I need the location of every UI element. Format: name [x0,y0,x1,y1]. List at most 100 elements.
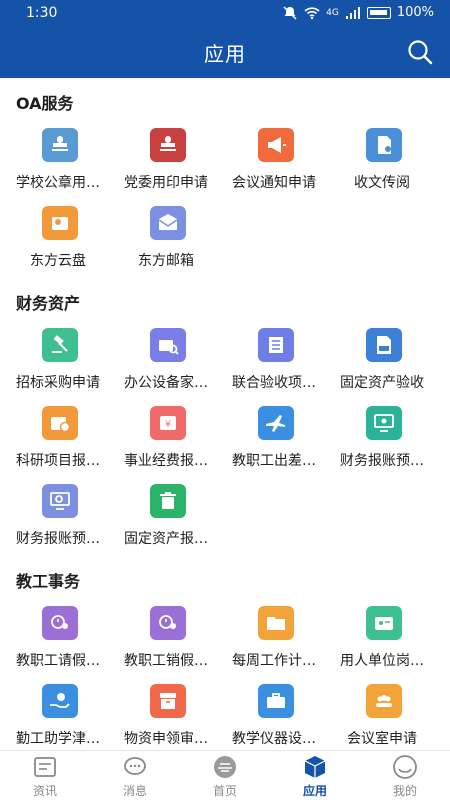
app-label: 招标采购申请 [16,375,100,391]
battery-level: 100% [396,5,434,20]
app-label: 财务报账预… [340,453,424,469]
clock-person-icon [150,606,186,640]
nav-label: 消息 [122,784,147,798]
clock-person-icon [42,606,78,640]
app-label: 收文传阅 [354,175,410,191]
app-tile[interactable]: 财务报账预… [2,484,114,554]
app-label: 教职工出差… [232,453,316,469]
page-title: 应用 [204,42,246,66]
nav-label: 资讯 [32,784,57,798]
signal-icon [345,6,360,19]
search-icon[interactable] [406,38,434,66]
nav-item[interactable]: 资讯 [0,751,90,800]
status-bar: 1:30 4G 100% [0,0,450,28]
section-title: 财务资产 [16,294,81,313]
nav-item[interactable]: 应用 [270,751,360,800]
coin-folder-icon [42,406,78,440]
wifi-icon [304,6,320,19]
app-label: 勤工助学津… [16,731,100,747]
section-title: OA服务 [16,94,74,113]
id-card-icon [366,606,402,640]
app-tile[interactable]: 科研项目报… [2,406,114,476]
news-icon [32,755,58,779]
app-label: 物资申领审… [124,731,208,747]
network-type: 4G [326,7,339,18]
app-label: 财务报账预… [16,531,100,547]
mute-icon [283,5,297,20]
app-label: 教学仪器设… [232,731,316,747]
app-tile[interactable]: 东方邮箱 [110,206,222,276]
section-title: 教工事务 [16,572,81,591]
app-tile[interactable]: 教职工销假… [110,606,222,676]
stamp-icon [150,128,186,162]
folder-icon [258,606,294,640]
app-tile[interactable]: 固定资产报… [110,484,222,554]
document-icon [366,128,402,162]
app-tile[interactable]: 办公设备家… [110,328,222,398]
app-tile[interactable]: 每周工作计… [218,606,330,676]
people-icon [366,684,402,718]
cloud-folder-icon [42,206,78,240]
app-label: 办公设备家… [124,375,208,391]
app-tile[interactable]: 东方云盘 [2,206,114,276]
battery-icon [366,6,391,19]
app-label: 固定资产验收 [340,375,424,391]
airplane-icon [258,406,294,440]
app-label: 会议通知申请 [232,175,316,191]
app-tile[interactable]: 勤工助学津… [2,684,114,750]
app-tile[interactable]: 会议通知申请 [218,128,330,198]
monitor-icon [366,406,402,440]
app-tile[interactable]: 学校公章用… [2,128,114,198]
archive-icon [150,684,186,718]
apps-cube-icon [302,755,328,779]
app-label: 每周工作计… [232,653,316,669]
app-tile[interactable]: 用人单位岗… [326,606,438,676]
app-tile[interactable]: 招标采购申请 [2,328,114,398]
app-tile[interactable]: ¥ 事业经费报… [110,406,222,476]
app-label: 科研项目报… [16,453,100,469]
app-tile[interactable]: 教学仪器设… [218,684,330,750]
mail-icon [150,206,186,240]
profile-icon [392,755,418,779]
home-logo-icon [212,755,238,779]
app-tile[interactable]: 会议室申请 [326,684,438,750]
nav-item[interactable]: 我的 [360,751,450,800]
app-label: 东方邮箱 [138,253,194,269]
app-label: 教职工销假… [124,653,208,669]
toolbox-icon [258,684,294,718]
nav-label: 应用 [302,784,327,798]
stamp-icon [42,128,78,162]
trash-icon [150,484,186,518]
app-label: 东方云盘 [30,253,86,269]
app-header: 1:30 4G 100% 应用 [0,0,450,78]
app-label: 教职工请假… [16,653,100,669]
nav-item[interactable]: 消息 [90,751,180,800]
svg-text:¥: ¥ [165,420,171,430]
app-tile[interactable]: 党委用印申请 [110,128,222,198]
monitor-search-icon [42,484,78,518]
briefcase-search-icon [150,328,186,362]
status-time: 1:30 [26,5,58,21]
chat-icon [122,755,148,779]
app-tile[interactable]: 教职工出差… [218,406,330,476]
list-icon [258,328,294,362]
nav-label: 我的 [392,784,417,798]
app-tile[interactable]: 财务报账预… [326,406,438,476]
app-label: 联合验收项… [232,375,316,391]
nav-item[interactable]: 首页 [180,751,270,800]
app-tile[interactable]: 联合验收项… [218,328,330,398]
status-icons: 4G 100% [282,5,434,20]
app-label: 事业经费报… [124,453,208,469]
app-tile[interactable]: 物资申领审… [110,684,222,750]
nav-label: 首页 [212,784,237,798]
app-grid: OA服务学校公章用… 党委用印申请 会议通知申请 收文传阅东方云盘 东方邮箱财务资产招标… [0,78,450,750]
hand-coin-icon [42,684,78,718]
app-tile[interactable]: 收文传阅 [326,128,438,198]
app-tile[interactable]: 固定资产验收 [326,328,438,398]
megaphone-icon [258,128,294,162]
app-label: 固定资产报… [124,531,208,547]
app-tile[interactable]: 教职工请假… [2,606,114,676]
app-label: 会议室申请 [347,731,417,747]
bottom-navigation: 资讯 消息 首页 应用 我的 [0,750,450,800]
yuan-card-icon: ¥ [150,406,186,440]
